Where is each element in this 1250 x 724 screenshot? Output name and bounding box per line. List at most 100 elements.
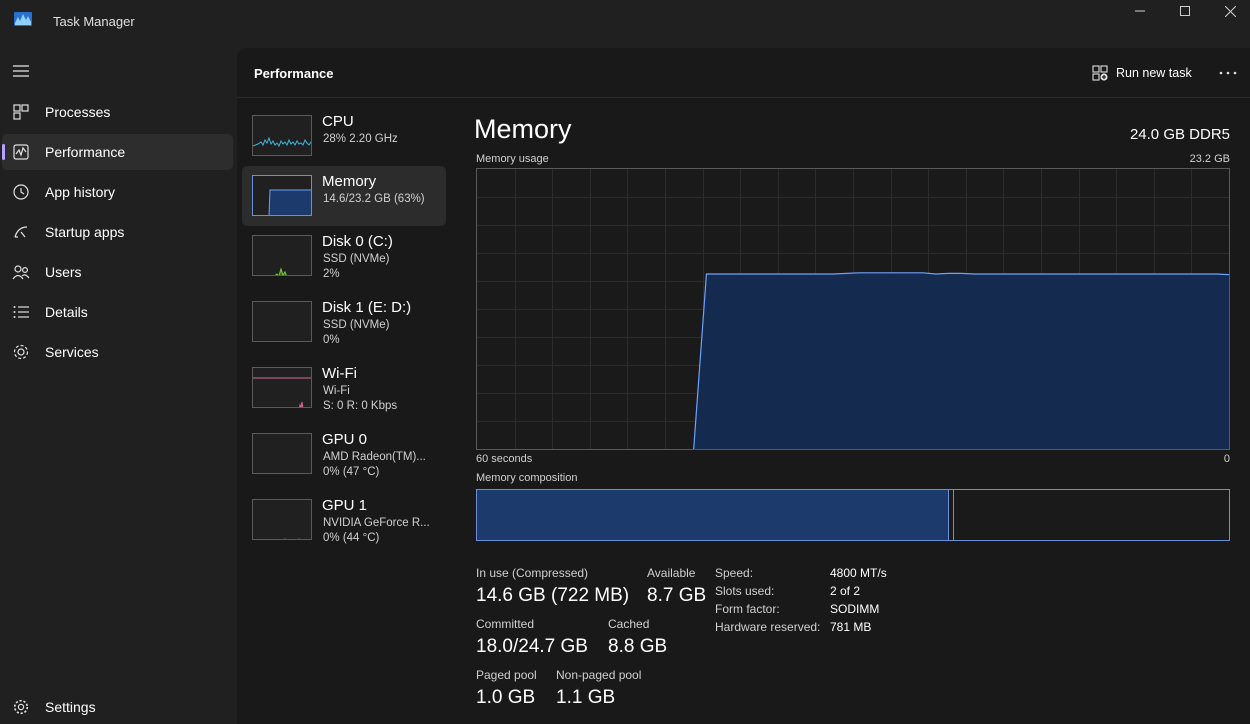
memory-type: 24.0 GB DDR5	[1129, 126, 1230, 143]
memory-composition-bar	[476, 489, 1230, 541]
device-disk-1[interactable]: Disk 1 (E: D:) SSD (NVMe) 0%	[242, 292, 446, 352]
device-gpu-0[interactable]: GPU 0 AMD Radeon(TM)... 0% (47 °C)	[242, 424, 446, 484]
device-stat: AMD Radeon(TM)...	[323, 451, 426, 463]
device-stat: 0%	[323, 334, 340, 346]
nav-label: Settings	[45, 699, 96, 715]
startup-apps-icon	[14, 226, 28, 238]
gpu-0-thumbnail-graph	[252, 433, 312, 474]
device-memory[interactable]: Memory 14.6/23.2 GB (63%)	[242, 166, 446, 226]
title-bar: Task Manager	[0, 0, 1250, 44]
spec-value: SODIMM	[830, 602, 880, 616]
device-stat: SSD (NVMe)	[323, 253, 390, 265]
spec-key: Hardware reserved:	[715, 620, 821, 634]
available-value: 8.7 GB	[647, 585, 707, 606]
nav-item-startup-apps[interactable]: Startup apps	[2, 214, 233, 250]
hamburger-menu-icon[interactable]	[12, 62, 30, 80]
nav-label: Performance	[45, 144, 126, 160]
cpu-thumbnail-graph	[252, 115, 312, 156]
paged-pool-value: 1.0 GB	[476, 687, 536, 708]
device-name: GPU 1	[322, 497, 368, 514]
close-icon	[1224, 5, 1236, 17]
committed-value: 18.0/24.7 GB	[476, 636, 588, 657]
device-stat: 0% (47 °C)	[323, 466, 380, 478]
memory-composition-label: Memory composition	[476, 472, 578, 484]
device-cpu[interactable]: CPU 28% 2.20 GHz	[242, 106, 446, 166]
nav-item-settings[interactable]: Settings	[2, 689, 233, 724]
usage-area	[693, 272, 1229, 449]
available-label: Available	[647, 566, 696, 580]
device-name: Memory	[322, 173, 377, 190]
spec-value: 4800 MT/s	[830, 566, 887, 580]
memory-usage-graph	[476, 168, 1230, 450]
device-name: CPU	[322, 113, 354, 130]
device-stat: Wi-Fi	[323, 385, 350, 397]
app-history-icon	[13, 184, 29, 200]
device-stat: SSD (NVMe)	[323, 319, 390, 331]
in-use-value: 14.6 GB (722 MB)	[476, 585, 630, 606]
cached-label: Cached	[608, 617, 650, 631]
nav-label: Users	[45, 264, 82, 280]
memory-thumbnail-graph	[252, 175, 312, 216]
device-stat: 14.6/23.2 GB (63%)	[323, 193, 425, 205]
composition-in-use-segment	[477, 490, 949, 540]
resource-title: Memory	[474, 114, 572, 144]
device-name: GPU 0	[322, 431, 368, 448]
nav-label: Processes	[45, 104, 111, 120]
nav-item-details[interactable]: Details	[2, 294, 233, 330]
time-end-label: 0	[1223, 453, 1230, 465]
device-name: Disk 1 (E: D:)	[322, 299, 412, 316]
device-stat: NVIDIA GeForce R...	[323, 517, 430, 529]
page-title: Performance	[254, 66, 334, 81]
device-gpu-1[interactable]: GPU 1 NVIDIA GeForce R... 0% (44 °C)	[242, 490, 446, 550]
spec-value: 781 MB	[830, 620, 872, 634]
main-panel: Performance Run new task CPU 28% 2.20 GH…	[237, 48, 1250, 724]
non-paged-pool-value: 1.1 GB	[556, 687, 616, 708]
composition-modified-segment	[949, 490, 954, 540]
nav-item-app-history[interactable]: App history	[2, 174, 233, 210]
nav-item-users[interactable]: Users	[2, 254, 233, 290]
non-paged-pool-label: Non-paged pool	[556, 668, 642, 682]
device-name: Wi-Fi	[322, 365, 357, 382]
wifi-thumbnail-graph	[252, 367, 312, 408]
device-stat: 2%	[323, 268, 340, 280]
disk-1-thumbnail-graph	[252, 301, 312, 342]
performance-icon	[13, 144, 29, 160]
nav-item-processes[interactable]: Processes	[2, 94, 233, 130]
minimize-button[interactable]	[1117, 0, 1163, 22]
processes-icon	[13, 104, 29, 120]
device-wifi[interactable]: Wi-Fi Wi-Fi S: 0 R: 0 Kbps	[242, 358, 446, 418]
run-new-task-button[interactable]: Run new task	[1092, 62, 1192, 84]
device-stat: S: 0 R: 0 Kbps	[323, 400, 398, 412]
memory-usage-max: 23.2 GB	[1189, 153, 1230, 165]
device-disk-0[interactable]: Disk 0 (C:) SSD (NVMe) 2%	[242, 226, 446, 286]
more-options-icon[interactable]	[1216, 64, 1240, 82]
nav-item-services[interactable]: Services	[2, 334, 233, 370]
maximize-icon	[1180, 6, 1190, 16]
memory-usage-chart	[477, 169, 1230, 450]
window-title: Task Manager	[53, 14, 135, 29]
services-icon	[13, 344, 29, 360]
nav-item-performance[interactable]: Performance	[2, 134, 233, 170]
maximize-button[interactable]	[1162, 0, 1208, 22]
run-new-task-icon	[1092, 65, 1108, 81]
spec-key: Form factor:	[715, 602, 780, 616]
settings-gear-icon	[13, 699, 29, 715]
task-manager-app-icon	[14, 12, 32, 26]
page-header: Performance Run new task	[237, 48, 1250, 98]
nav-label: Details	[45, 304, 88, 320]
close-button[interactable]	[1207, 0, 1250, 22]
spec-value: 2 of 2	[830, 584, 861, 598]
run-new-task-label: Run new task	[1116, 66, 1192, 80]
committed-label: Committed	[476, 617, 535, 631]
device-stat: 0% (44 °C)	[323, 532, 380, 544]
nav-label: App history	[45, 184, 116, 200]
spec-key: Speed:	[715, 566, 754, 580]
active-indicator	[2, 144, 5, 160]
memory-usage-label: Memory usage	[476, 153, 549, 165]
device-name: Disk 0 (C:)	[322, 233, 393, 250]
nav-label: Services	[45, 344, 99, 360]
time-span-label: 60 seconds	[476, 453, 533, 465]
paged-pool-label: Paged pool	[476, 668, 537, 682]
spec-key: Slots used:	[715, 584, 775, 598]
in-use-label: In use (Compressed)	[476, 566, 589, 580]
